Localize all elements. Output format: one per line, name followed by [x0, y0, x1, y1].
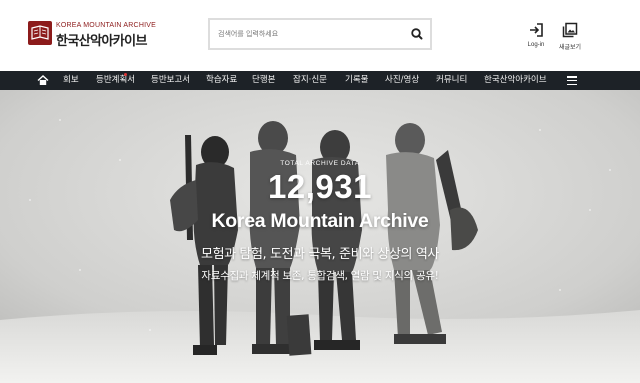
nav-item-learning-materials[interactable]: 학습자료 — [206, 75, 237, 86]
hero-subtitle: 모험과 탐험, 도전과 극복, 준비와 상상의 역사 — [201, 247, 439, 262]
login-icon — [530, 23, 543, 37]
home-icon[interactable] — [37, 75, 49, 86]
new-posts-label: 새글보기 — [558, 45, 582, 51]
search-input[interactable] — [218, 26, 398, 42]
hero-description: 자료수집과 체계적 보존, 통합검색, 열람 및 지식의 공유! — [201, 270, 439, 282]
nav-item-magazines[interactable]: 잡지·신문 — [293, 75, 327, 86]
search-box — [208, 18, 432, 50]
main-navigation: 회보 등반계획서 등반보고서 학습자료 단행본 잡지·신문 기록물 사진/영상 … — [0, 71, 640, 90]
nav-item-climbing-plan[interactable]: 등반계획서 — [96, 75, 135, 86]
logo-english-text: KOREA MOUNTAIN ARCHIVE — [56, 22, 156, 29]
hero-title: Korea Mountain Archive — [211, 210, 429, 232]
nav-item-climbing-report[interactable]: 등반보고서 — [151, 75, 190, 86]
nav-item-records[interactable]: 기록물 — [345, 75, 368, 86]
menu-icon[interactable] — [567, 76, 577, 86]
search-icon[interactable] — [409, 26, 425, 42]
new-posts-button[interactable]: 새글보기 — [550, 22, 590, 54]
gallery-icon — [562, 22, 578, 38]
archive-count: 12,931 — [268, 168, 372, 205]
logo-korean-text: 한국산악아카이브 — [56, 34, 147, 49]
nav-item-photo-video[interactable]: 사진/영상 — [385, 75, 419, 86]
hero-banner: TOTAL ARCHIVE DATA 12,931 Korea Mountain… — [0, 90, 640, 383]
nav-item-community[interactable]: 커뮤니티 — [436, 75, 467, 86]
new-indicator-dot — [124, 73, 127, 76]
site-header: KOREA MOUNTAIN ARCHIVE 한국산악아카이브 Log-in 새… — [0, 0, 640, 71]
nav-item-newsletter[interactable]: 회보 — [63, 75, 79, 86]
climbers-photo — [0, 90, 640, 383]
hero-kicker: TOTAL ARCHIVE DATA — [280, 160, 360, 167]
nav-item-books[interactable]: 단행본 — [252, 75, 275, 86]
archive-logo-icon — [28, 21, 52, 45]
nav-item-archive[interactable]: 한국산악아카이브 — [484, 75, 547, 86]
site-logo[interactable]: KOREA MOUNTAIN ARCHIVE 한국산악아카이브 — [28, 21, 168, 49]
